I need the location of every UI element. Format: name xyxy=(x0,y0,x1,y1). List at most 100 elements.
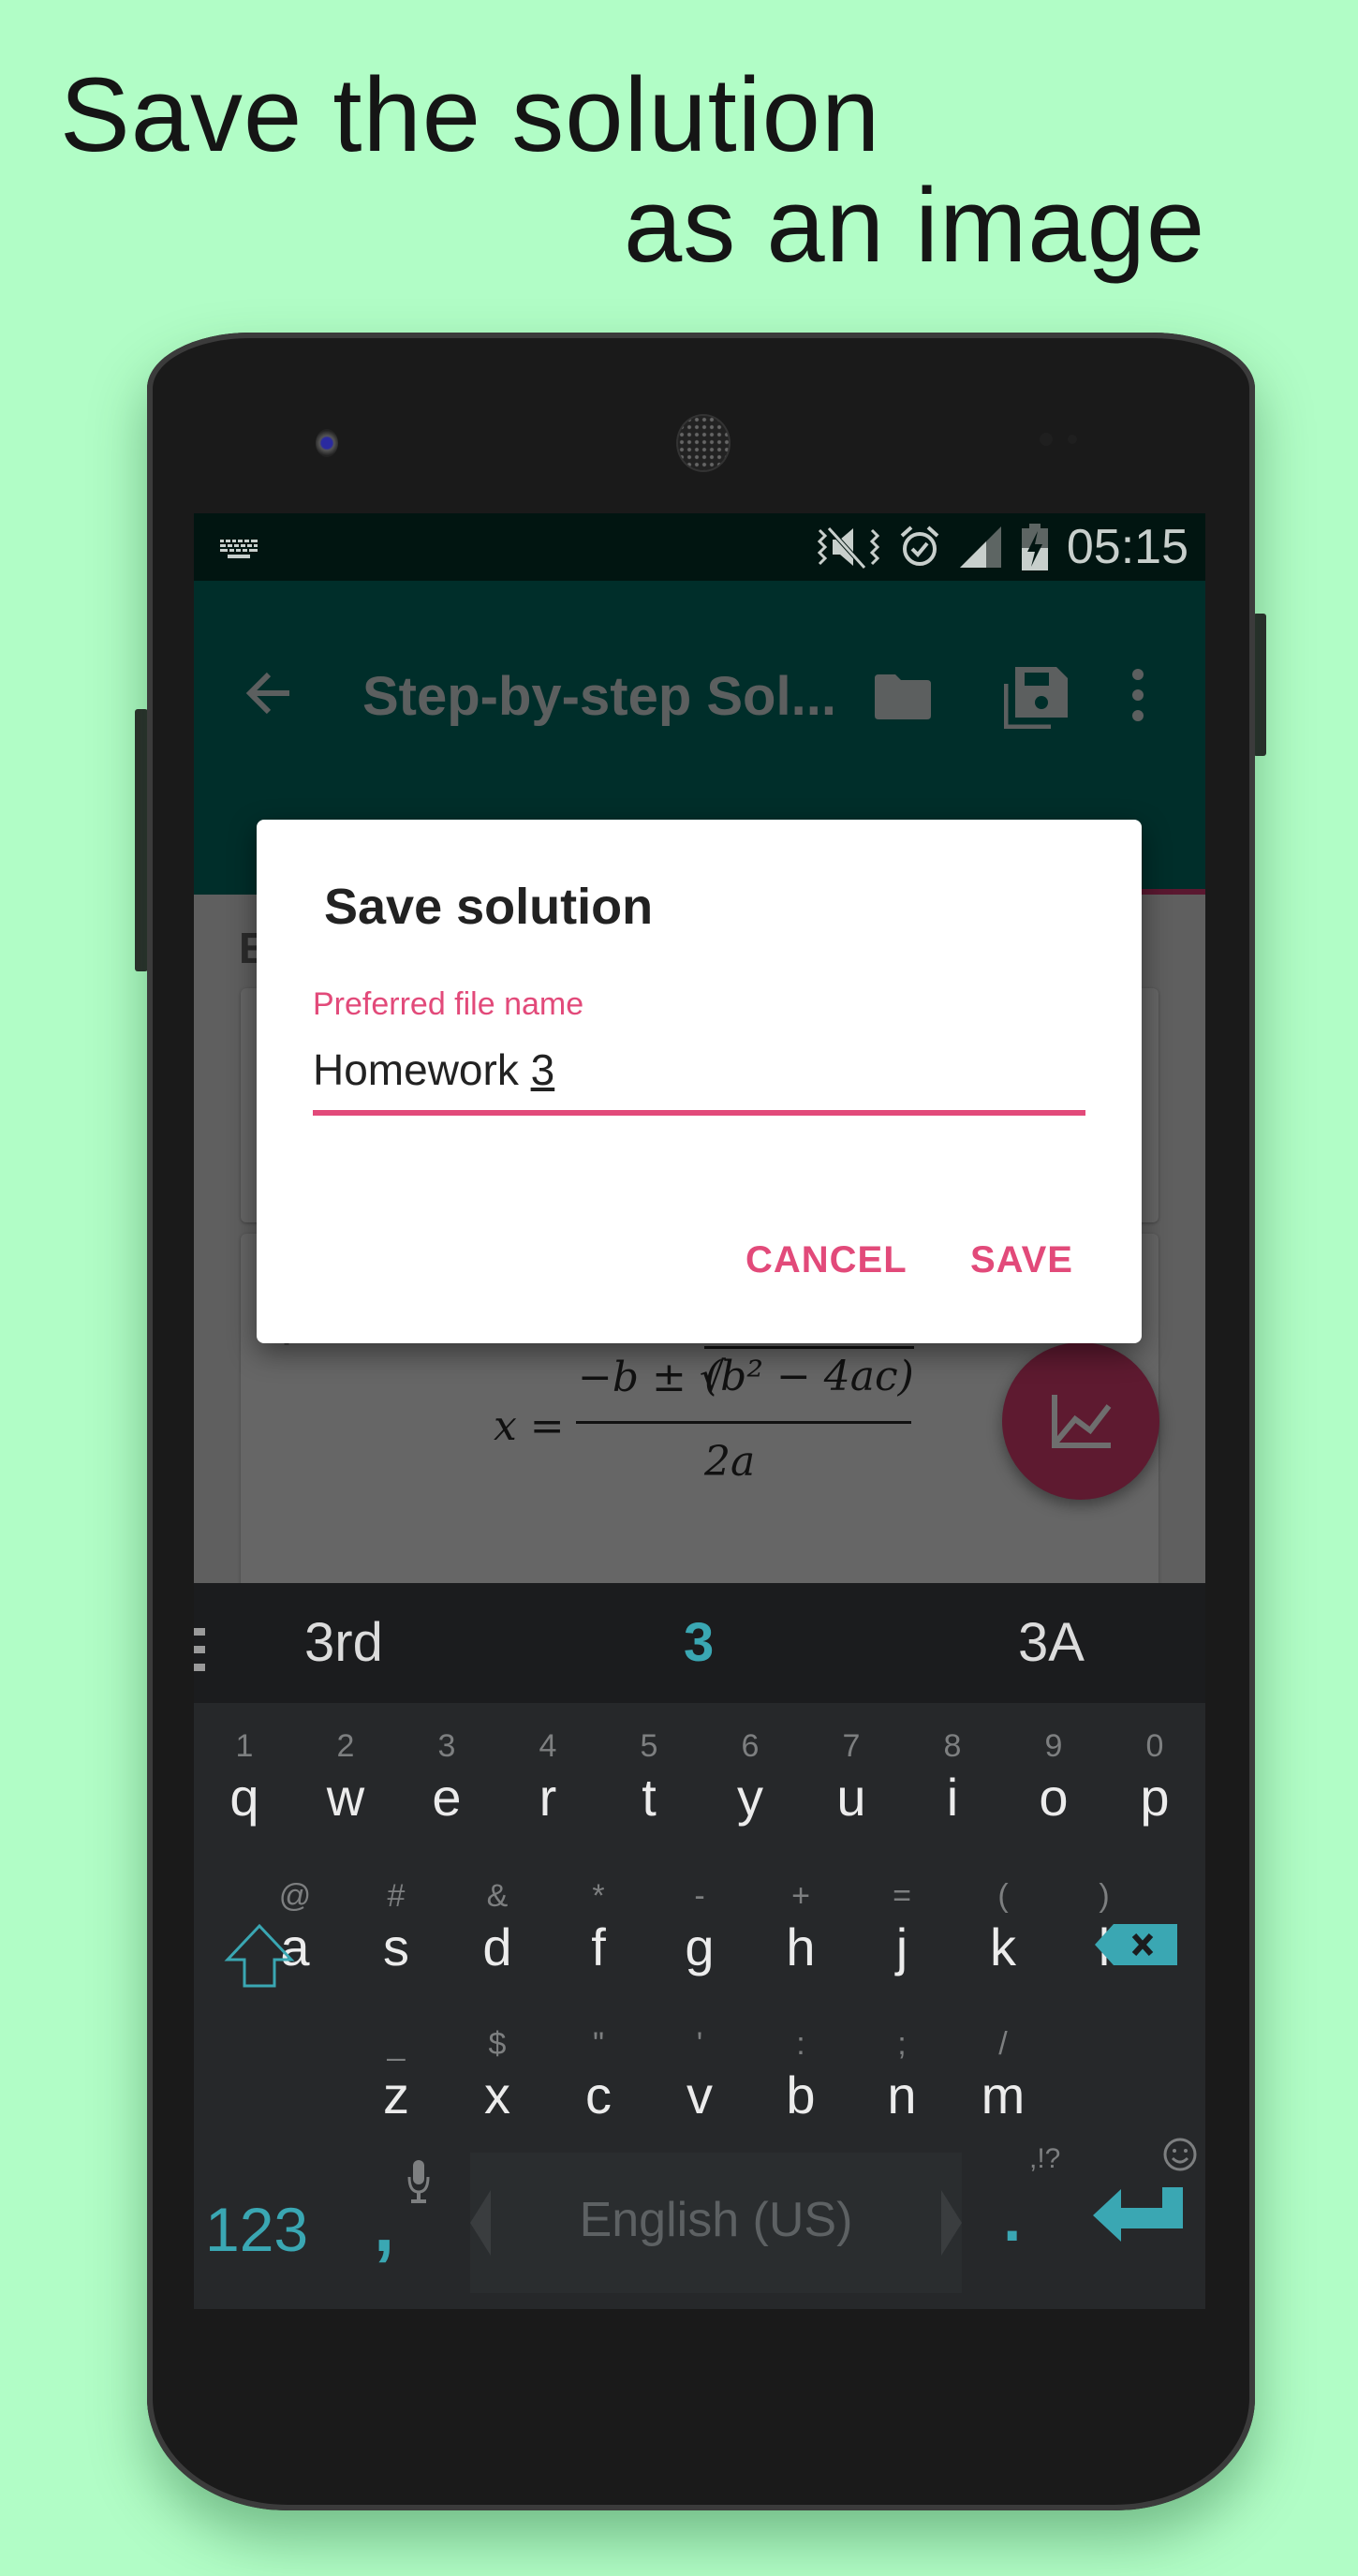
folder-icon[interactable] xyxy=(873,673,933,721)
keyboard-icon xyxy=(220,540,258,558)
key-label: w xyxy=(326,1768,365,1827)
front-camera xyxy=(316,429,338,457)
key-label: m xyxy=(981,2065,1026,2124)
period-key[interactable]: . xyxy=(1003,2181,1021,2256)
symbols-key[interactable]: 123 xyxy=(205,2194,308,2265)
key-m[interactable]: / m xyxy=(952,2023,1054,2125)
key-label: f xyxy=(591,1917,606,1976)
arrow-back-icon[interactable] xyxy=(243,665,299,721)
signal-icon xyxy=(959,526,1001,568)
key-h[interactable]: + h xyxy=(750,1875,851,1977)
key-n[interactable]: ; n xyxy=(851,2023,952,2125)
key-label: c xyxy=(585,2065,612,2124)
suggestion-item[interactable]: 3rd xyxy=(304,1611,383,1674)
key-label: u xyxy=(836,1768,866,1827)
graph-fab-button[interactable] xyxy=(1002,1342,1159,1500)
key-g[interactable]: -g xyxy=(649,1875,750,1977)
key-p[interactable]: 0p xyxy=(1104,1725,1205,1828)
formula-radicand: (b² − 4ac) xyxy=(704,1346,914,1400)
key-label: g xyxy=(685,1917,715,1976)
key-s[interactable]: # s xyxy=(346,1875,447,1977)
more-suggestions-icon[interactable] xyxy=(194,1628,209,1673)
light-sensor xyxy=(1068,435,1077,444)
save-button[interactable]: SAVE xyxy=(970,1239,1073,1281)
status-bar: 05:15 xyxy=(194,513,1205,581)
file-name-composing-text: 3 xyxy=(530,1045,555,1094)
key-label: j xyxy=(895,1917,908,1976)
key-hint: * xyxy=(592,1878,605,1914)
key-w[interactable]: 2w xyxy=(295,1725,396,1828)
key-hint: : xyxy=(796,2026,805,2062)
key-c[interactable]: " c xyxy=(548,2023,649,2125)
key-hint: = xyxy=(893,1878,911,1914)
suggestion-item[interactable]: 3A xyxy=(1018,1611,1085,1674)
key-x[interactable]: $ x xyxy=(447,2023,548,2125)
key-label: k xyxy=(990,1917,1016,1976)
alarm-icon xyxy=(900,526,939,566)
space-key[interactable]: English (US) xyxy=(470,2153,962,2293)
more-vert-icon[interactable] xyxy=(1130,667,1145,723)
shift-key[interactable] xyxy=(222,1922,297,1990)
key-o[interactable]: 9o xyxy=(1003,1725,1104,1828)
key-hint: ( xyxy=(997,1878,1009,1914)
file-name-input[interactable]: Homework 3 xyxy=(313,1044,1085,1116)
backspace-key[interactable] xyxy=(1093,1922,1179,1967)
key-f[interactable]: * f xyxy=(548,1875,649,1977)
key-q[interactable]: 1q xyxy=(194,1725,295,1828)
formula-denominator: 2a xyxy=(704,1438,756,1486)
emoji-icon[interactable] xyxy=(1162,2136,1198,2173)
key-e[interactable]: 3e xyxy=(396,1725,497,1828)
key-b[interactable]: :b xyxy=(750,2023,851,2125)
key-label: q xyxy=(229,1768,259,1827)
key-hint: 2 xyxy=(336,1728,355,1764)
key-label: h xyxy=(786,1917,816,1976)
save-icon[interactable] xyxy=(1004,665,1070,729)
key-label: i xyxy=(946,1768,959,1827)
proximity-sensor xyxy=(1040,433,1053,446)
key-v[interactable]: ' v xyxy=(649,2023,750,2125)
key-label: p xyxy=(1140,1768,1170,1827)
key-i[interactable]: 8i xyxy=(902,1725,1003,1828)
key-label: e xyxy=(432,1768,462,1827)
file-name-value: Homework xyxy=(313,1045,531,1094)
soft-keyboard: 3rd 3 3A 1q2w3e4r5t6y7u8i9o0p @ a # s & d * f - g… xyxy=(194,1583,1205,2309)
mic-icon xyxy=(407,2160,430,2203)
enter-key[interactable] xyxy=(1093,2187,1187,2243)
key-u[interactable]: 7u xyxy=(801,1725,902,1828)
key-hint: 6 xyxy=(741,1728,760,1764)
suggestion-strip: 3rd 3 3A xyxy=(194,1583,1205,1703)
space-language-label: English (US) xyxy=(579,2193,853,2247)
key-label: d xyxy=(482,1917,512,1976)
key-label: o xyxy=(1039,1768,1069,1827)
status-icons: 05:15 xyxy=(816,520,1188,574)
phone-power-button xyxy=(1253,614,1266,756)
key-hint: 3 xyxy=(437,1728,456,1764)
comma-key[interactable]: , xyxy=(374,2183,394,2269)
key-hint: / xyxy=(998,2026,1008,2062)
key-label: s xyxy=(383,1917,409,1976)
key-z[interactable]: _ z xyxy=(346,2023,447,2125)
battery-charging-icon xyxy=(1021,524,1048,570)
suggestion-item-primary[interactable]: 3 xyxy=(684,1611,714,1674)
key-hint: # xyxy=(387,1878,406,1914)
fraction-bar xyxy=(576,1421,911,1424)
headline-line-2: as an image xyxy=(624,167,1206,284)
toolbar-title: Step-by-step Sol... xyxy=(362,666,836,727)
key-label: n xyxy=(887,2065,917,2124)
cancel-button[interactable]: CANCEL xyxy=(745,1239,908,1281)
key-d[interactable]: & d xyxy=(447,1875,548,1977)
key-hint: @ xyxy=(278,1878,312,1914)
key-label: r xyxy=(539,1768,557,1827)
vibrate-mute-icon xyxy=(817,526,879,570)
key-j[interactable]: = j xyxy=(851,1875,952,1977)
earpiece-speaker xyxy=(676,414,731,472)
key-label: x xyxy=(484,2065,510,2124)
key-hint: 0 xyxy=(1145,1728,1164,1764)
key-hint: $ xyxy=(488,2026,507,2062)
key-k[interactable]: (k xyxy=(952,1875,1054,1977)
key-r[interactable]: 4r xyxy=(497,1725,598,1828)
key-y[interactable]: 6y xyxy=(700,1725,801,1828)
key-t[interactable]: 5t xyxy=(598,1725,700,1828)
key-hint: 7 xyxy=(842,1728,861,1764)
key-hint: + xyxy=(791,1878,810,1914)
